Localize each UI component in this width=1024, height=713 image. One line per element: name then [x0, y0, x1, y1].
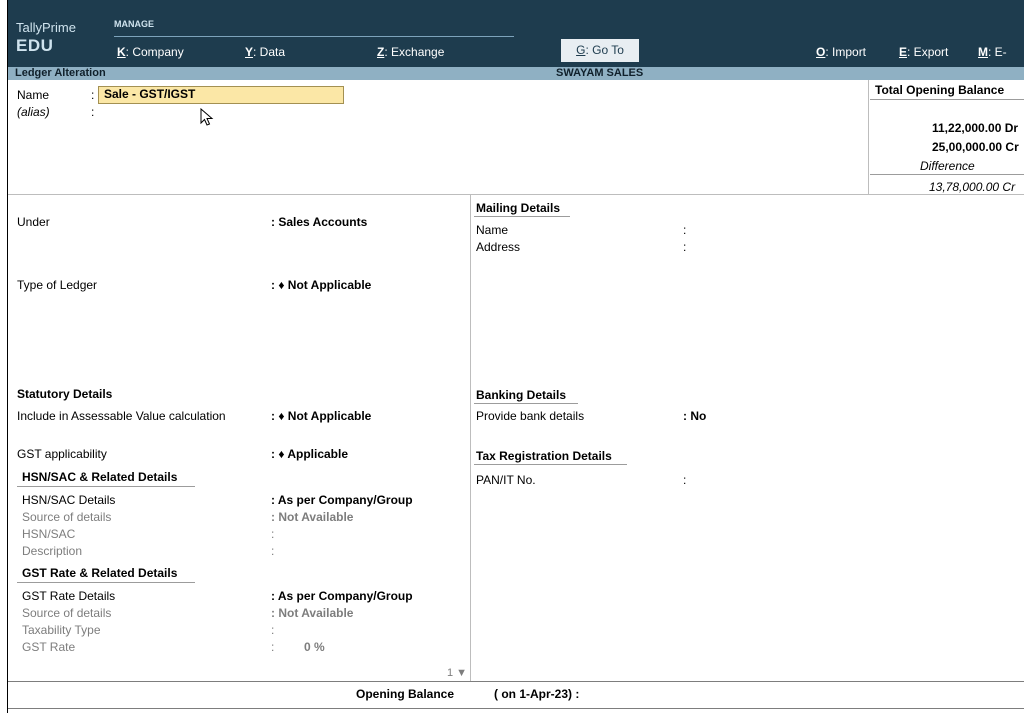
summary-title: Total Opening Balance — [875, 83, 1005, 97]
hsn-source-label: Source of details — [22, 510, 112, 524]
page-indicator: 1 ▼ — [447, 667, 468, 679]
gst-rate-details-value[interactable]: : As per Company/Group — [271, 589, 413, 603]
bank-details-value[interactable]: : No — [683, 409, 706, 423]
ledger-name-value[interactable]: Sale - GST/IGST — [104, 87, 195, 101]
company-name: SWAYAM SALES — [556, 67, 644, 79]
gst-source-value: : Not Available — [271, 606, 354, 620]
gst-rate-colon: : — [271, 640, 275, 654]
summary-cr: 25,00,000.00 Cr — [932, 140, 1019, 154]
under-value[interactable]: : Sales Accounts — [271, 215, 367, 229]
gst-applicability-label: GST applicability — [17, 447, 107, 461]
alias-colon: : — [91, 105, 95, 119]
screen-header: Ledger Alteration SWAYAM SALES — [8, 67, 1024, 80]
ledger-type-label: Type of Ledger — [17, 278, 98, 292]
address-value[interactable]: : — [683, 240, 686, 254]
statutory-title: Statutory Details — [17, 387, 113, 401]
ledger-type-value[interactable]: : ♦ Not Applicable — [271, 278, 371, 292]
menu-export[interactable]: E: Export — [899, 45, 948, 59]
opening-balance-label: Opening Balance — [356, 687, 455, 701]
bank-details-label: Provide bank details — [476, 409, 585, 423]
menu-data[interactable]: Y: Data — [245, 45, 285, 59]
section-label: MANAGE — [114, 19, 154, 29]
body-top-divider — [8, 194, 1024, 195]
tax-registration-underline — [474, 464, 627, 465]
taxability-value: : — [271, 623, 275, 637]
difference-label: Difference — [920, 159, 975, 173]
banking-title-underline — [474, 403, 578, 404]
menu-goto[interactable]: G: Go To — [561, 39, 639, 62]
summary-title-underline — [870, 99, 1024, 100]
summary-dr: 11,22,000.00 Dr — [932, 121, 1019, 135]
summary-divider — [868, 80, 869, 194]
name-colon: : — [91, 88, 95, 102]
brand-name: TallyPrime — [16, 20, 76, 35]
under-label: Under — [17, 215, 50, 229]
opening-balance-date: ( on 1-Apr-23) : — [494, 687, 580, 701]
difference-line — [870, 174, 1024, 175]
mouse-cursor-icon — [200, 108, 214, 126]
brand-edition: EDU — [16, 36, 54, 55]
mailing-title-underline — [474, 216, 570, 217]
hsn-code-value: : — [271, 527, 275, 541]
menu-import[interactable]: O: Import — [816, 45, 866, 59]
menu-company[interactable]: K: Company — [117, 45, 184, 59]
alias-label: (alias) — [17, 105, 50, 119]
name-label: Name — [17, 88, 50, 102]
main-frame — [7, 0, 1024, 713]
pan-label: PAN/IT No. — [476, 473, 536, 487]
taxability-label: Taxability Type — [22, 623, 101, 637]
gst-rate-label: GST Rate — [22, 640, 76, 654]
top-bar: TallyPrime EDU MANAGE K: Company Y: Data… — [8, 0, 1024, 67]
hsn-details-label: HSN/SAC Details — [22, 493, 116, 507]
gst-applicability-value[interactable]: : ♦ Applicable — [271, 447, 348, 461]
assessable-label: Include in Assessable Value calculation — [17, 409, 226, 423]
section-divider — [114, 36, 514, 37]
menu-email[interactable]: M: E- — [978, 45, 1007, 59]
gst-rate-value: 0 % — [304, 640, 325, 654]
footer-bottom-line — [8, 708, 1024, 709]
mailing-name-label: Name — [476, 223, 509, 237]
menu-exchange[interactable]: Z: Exchange — [377, 45, 444, 59]
description-label: Description — [22, 544, 83, 558]
gst-rate-details-label: GST Rate Details — [22, 589, 116, 603]
address-label: Address — [476, 240, 521, 254]
gst-source-label: Source of details — [22, 606, 112, 620]
column-divider — [470, 194, 471, 681]
hsn-code-label: HSN/SAC — [22, 527, 76, 541]
gst-rate-section-title: GST Rate & Related Details — [22, 566, 178, 580]
description-value: : — [271, 544, 275, 558]
difference-value: 13,78,000.00 Cr — [929, 180, 1016, 194]
hsn-section-title: HSN/SAC & Related Details — [22, 470, 178, 484]
pan-value[interactable]: : — [683, 473, 686, 487]
footer-divider — [8, 681, 1024, 682]
assessable-value[interactable]: : ♦ Not Applicable — [271, 409, 371, 423]
banking-title: Banking Details — [476, 388, 567, 402]
hsn-source-value: : Not Available — [271, 510, 354, 524]
mailing-name-value[interactable]: : — [683, 223, 686, 237]
hsn-section-underline — [17, 486, 195, 487]
screen-title: Ledger Alteration — [15, 67, 106, 79]
mailing-title: Mailing Details — [476, 201, 561, 215]
gst-rate-section-underline — [17, 582, 195, 583]
tax-registration-title: Tax Registration Details — [476, 449, 612, 463]
hsn-details-value[interactable]: : As per Company/Group — [271, 493, 413, 507]
